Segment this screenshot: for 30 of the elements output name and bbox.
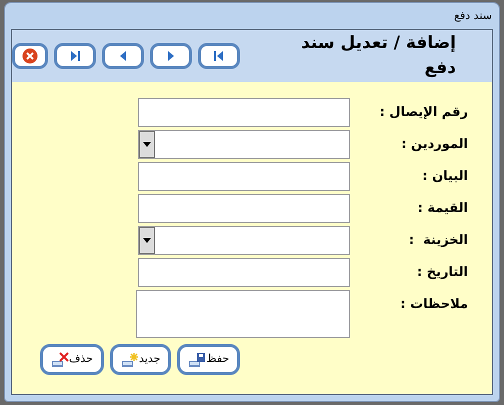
skip-forward-icon bbox=[68, 49, 82, 63]
input-field[interactable] bbox=[138, 258, 350, 287]
field-label: رقم الإيصال : bbox=[378, 104, 468, 122]
action-button[interactable]: حذف bbox=[40, 344, 104, 375]
cross-icon bbox=[51, 352, 69, 368]
nav-button[interactable] bbox=[12, 43, 48, 69]
field-label: الخزينة : bbox=[408, 232, 468, 250]
close-icon bbox=[22, 48, 38, 64]
floppy-icon bbox=[188, 352, 206, 368]
dropdown-field[interactable] bbox=[138, 226, 350, 255]
notes-field[interactable] bbox=[136, 290, 350, 338]
window-title: سند دفع bbox=[454, 8, 492, 24]
input-field[interactable] bbox=[138, 194, 350, 223]
skip-back-icon bbox=[212, 49, 226, 63]
input-field[interactable] bbox=[138, 162, 350, 191]
nav-button[interactable] bbox=[102, 43, 144, 69]
sparkle-icon bbox=[120, 352, 139, 368]
dropdown-field[interactable] bbox=[138, 130, 350, 159]
field-label: الموردين : bbox=[400, 136, 468, 154]
input-field[interactable] bbox=[138, 98, 350, 127]
nav-button[interactable] bbox=[150, 43, 192, 69]
field-label: التاريخ : bbox=[416, 264, 468, 282]
field-label: ملاحظات : bbox=[399, 296, 468, 314]
nav-button[interactable] bbox=[198, 43, 240, 69]
header-title: إضافة / تعديل سند دفع bbox=[300, 32, 456, 80]
action-button[interactable]: حفظ bbox=[177, 344, 240, 375]
field-label: القيمة : bbox=[416, 200, 468, 218]
action-button[interactable]: جديد bbox=[110, 344, 172, 375]
nav-button[interactable] bbox=[54, 43, 96, 69]
field-label: البيان : bbox=[421, 168, 468, 186]
